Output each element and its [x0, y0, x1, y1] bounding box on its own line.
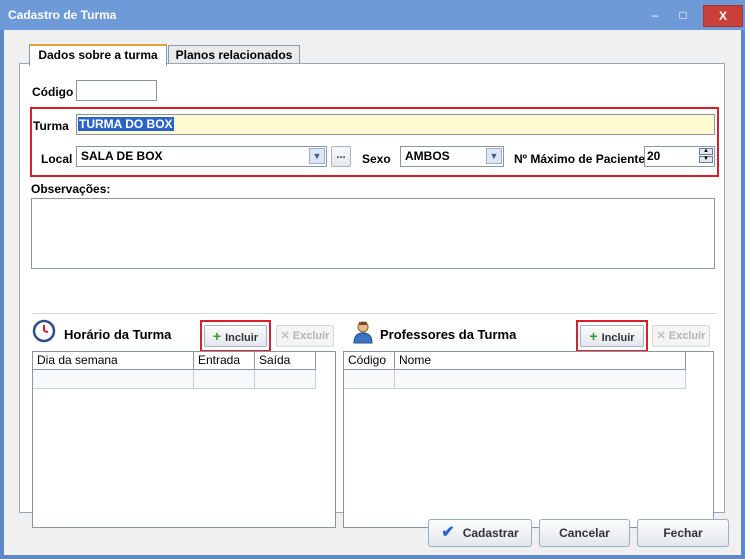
cadastrar-button[interactable]: ✔ Cadastrar — [428, 519, 532, 547]
horario-incluir-label: Incluir — [225, 332, 259, 344]
spin-down-icon[interactable]: ▼ — [699, 156, 713, 163]
column-header[interactable]: Dia da semana — [33, 352, 194, 370]
x-icon: ✕ — [656, 330, 666, 342]
dialog-window: Cadastro de Turma – □ X Dados sobre a tu… — [0, 0, 745, 559]
professores-title: Professores da Turma — [380, 327, 517, 342]
codigo-input[interactable] — [76, 80, 157, 101]
divider — [33, 313, 717, 314]
codigo-label: Código — [32, 85, 74, 99]
local-label: Local — [41, 152, 73, 166]
plus-icon: + — [212, 328, 222, 344]
tab-dados-sobre-a-turma[interactable]: Dados sobre a turma — [29, 44, 167, 66]
professores-excluir-button[interactable]: ✕ Excluir — [652, 325, 710, 347]
column-header[interactable]: Código — [344, 352, 395, 370]
tab-panel: Código Turma TURMA DO BOX Local SALA DE … — [19, 63, 725, 528]
max-pacientes-spinner[interactable]: 20 ▲ ▼ — [644, 146, 715, 167]
max-pacientes-label: Nº Máximo de Paciente — [514, 152, 646, 166]
sexo-value: AMBOS — [405, 149, 450, 163]
max-pacientes-value: 20 — [647, 149, 661, 163]
local-select[interactable]: SALA DE BOX ▼ — [76, 146, 327, 167]
fechar-button[interactable]: Fechar — [637, 519, 729, 547]
person-icon — [350, 319, 376, 345]
table-cell[interactable] — [395, 370, 686, 389]
table-cell[interactable] — [33, 370, 194, 389]
clock-icon — [32, 319, 56, 343]
plus-icon: + — [589, 328, 598, 344]
horario-excluir-button[interactable]: ✕ Excluir — [276, 325, 334, 347]
checkmark-icon: ✔ — [441, 524, 455, 541]
horario-incluir-button[interactable]: + Incluir — [204, 325, 267, 347]
professores-incluir-label: Incluir — [601, 332, 635, 344]
window-title: Cadastro de Turma — [8, 8, 117, 22]
professores-excluir-label: Excluir — [668, 330, 706, 342]
professores-grid[interactable]: Código Nome — [343, 351, 714, 528]
maximize-button[interactable]: □ — [670, 6, 696, 24]
column-header[interactable]: Saída — [255, 352, 316, 370]
horario-grid[interactable]: Dia da semana Entrada Saída — [32, 351, 336, 528]
close-button[interactable]: X — [703, 5, 743, 27]
sexo-label: Sexo — [362, 152, 391, 166]
local-value: SALA DE BOX — [81, 149, 163, 163]
column-header[interactable]: Entrada — [194, 352, 255, 370]
spinner-buttons[interactable]: ▲ ▼ — [699, 148, 713, 164]
dialog-body: Dados sobre a turma Planos relacionados … — [4, 30, 741, 555]
x-icon: ✕ — [280, 330, 290, 342]
local-browse-button[interactable]: ... — [331, 146, 351, 167]
turma-input[interactable]: TURMA DO BOX — [76, 114, 715, 135]
observacoes-textarea[interactable] — [31, 198, 715, 269]
horario-excluir-label: Excluir — [292, 330, 330, 342]
minimize-button[interactable]: – — [642, 6, 668, 24]
sexo-select[interactable]: AMBOS ▼ — [400, 146, 504, 167]
turma-value: TURMA DO BOX — [78, 117, 174, 131]
observacoes-label: Observações: — [31, 182, 111, 196]
horario-title: Horário da Turma — [64, 327, 172, 342]
cadastrar-label: Cadastrar — [462, 526, 519, 540]
title-bar[interactable]: Cadastro de Turma – □ X — [0, 0, 745, 30]
chevron-down-icon[interactable]: ▼ — [486, 148, 502, 164]
tab-planos-relacionados[interactable]: Planos relacionados — [168, 45, 300, 64]
table-cell[interactable] — [255, 370, 316, 389]
chevron-down-icon[interactable]: ▼ — [309, 148, 325, 164]
professores-incluir-button[interactable]: + Incluir — [580, 325, 644, 347]
table-cell[interactable] — [344, 370, 395, 389]
spin-up-icon[interactable]: ▲ — [699, 148, 713, 155]
table-cell[interactable] — [194, 370, 255, 389]
turma-label: Turma — [33, 119, 69, 133]
column-header[interactable]: Nome — [395, 352, 686, 370]
cancelar-button[interactable]: Cancelar — [539, 519, 630, 547]
